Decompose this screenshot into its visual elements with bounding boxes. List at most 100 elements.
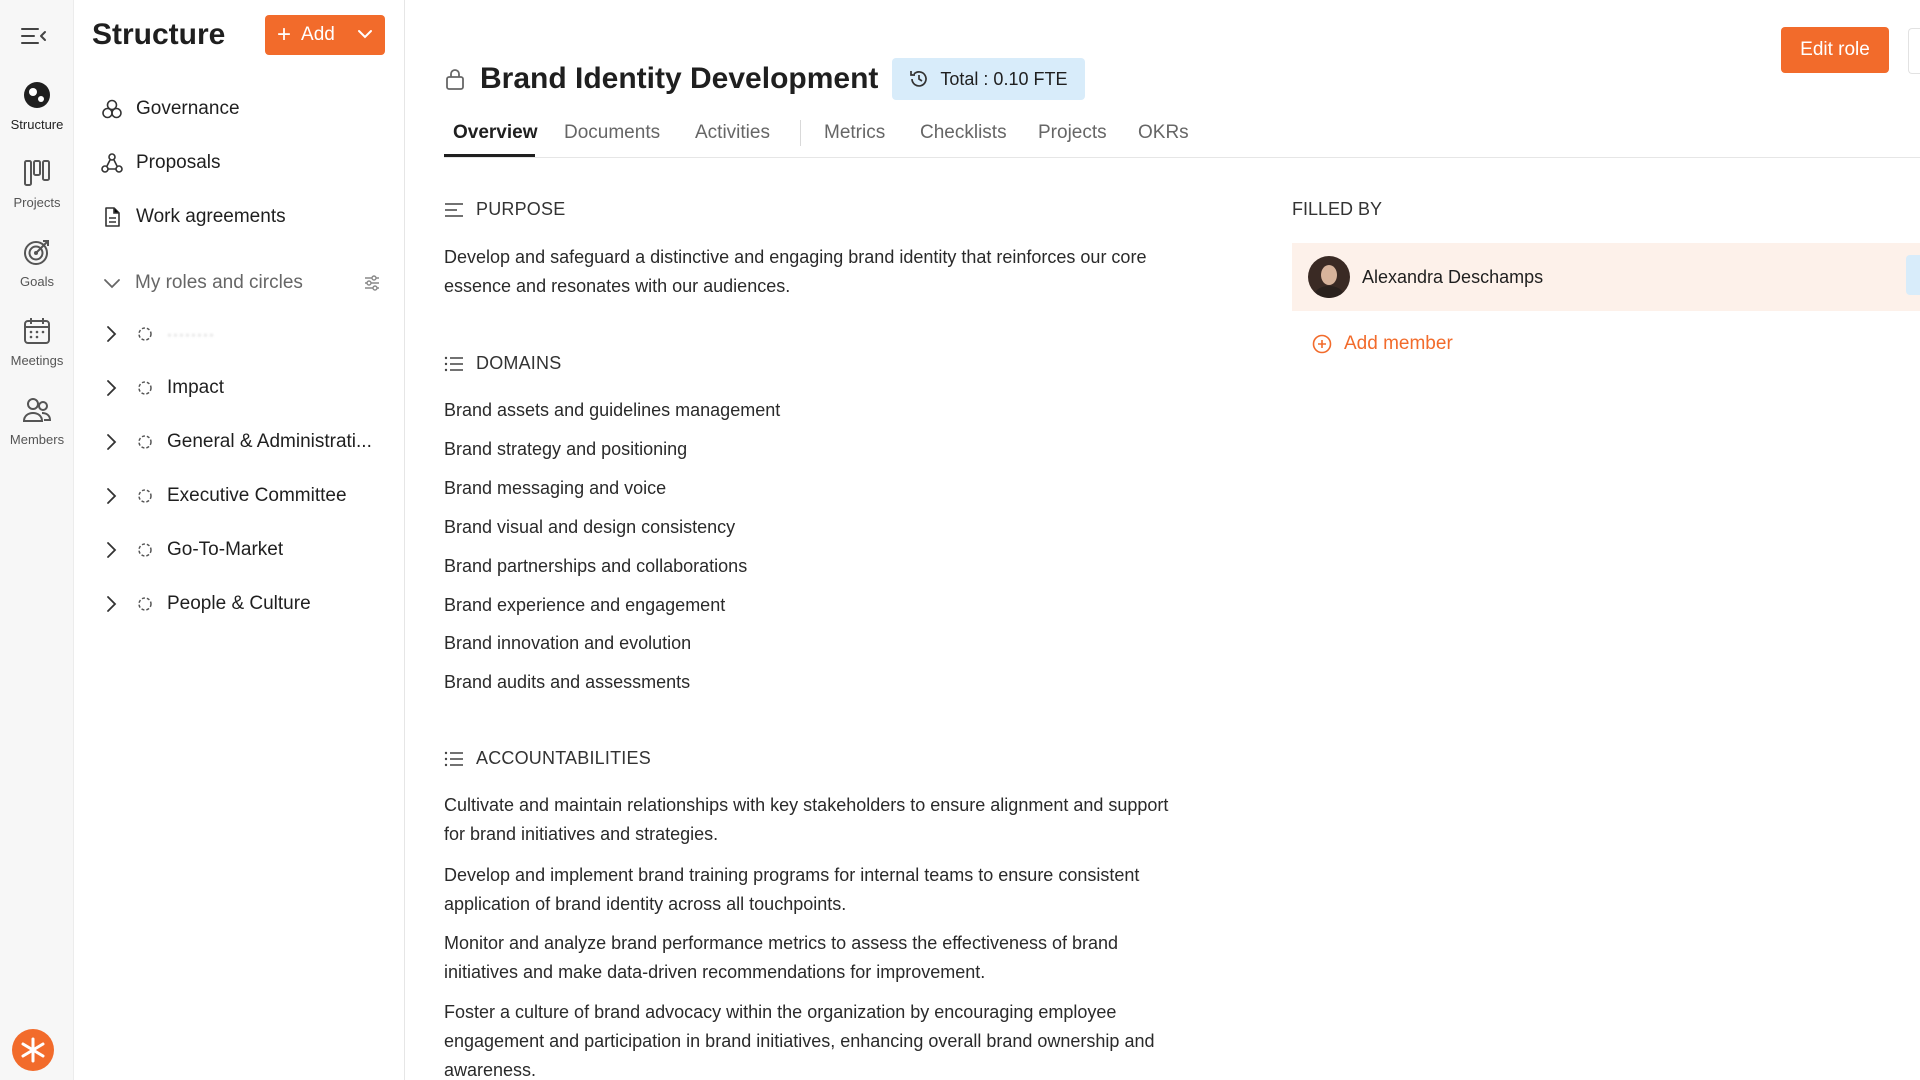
circle-item[interactable]: ········ [103,318,383,350]
domain-item: Brand strategy and positioning [444,439,688,459]
circle-dashed-icon [138,435,152,449]
avatar [1308,256,1350,298]
sidebar-link-label: Proposals [136,152,221,173]
text-line: awareness. [444,1060,537,1080]
text-line: for brand initiatives and strategies. [444,824,719,844]
plus-circle-icon [1312,334,1332,354]
circle-name: Impact [167,377,225,398]
circle-dashed-icon [138,327,152,341]
rail-label: Structure [10,117,64,132]
circle-dashed-icon [138,489,152,503]
purpose-heading: PURPOSE [444,199,565,220]
circle-name: General & Administrati... [167,431,372,452]
lock-icon [446,69,464,90]
circle-item[interactable]: Impact [103,372,383,404]
tab-projects[interactable]: Projects [1038,122,1107,144]
circle-name: Go-To-Market [167,539,284,560]
governance-icon [102,99,122,119]
rail-item-goals[interactable]: Goals [0,237,74,289]
rail-label: Meetings [10,353,64,368]
collapse-menu-icon[interactable] [20,24,48,48]
add-member-button[interactable]: Add member [1312,333,1453,355]
domains-heading: DOMAINS [444,353,561,374]
calendar-icon [24,318,50,344]
projects-icon [24,160,50,186]
rail-item-members[interactable]: Members [0,395,74,447]
more-options-button[interactable] [1908,28,1920,74]
circle-name: ········ [167,325,215,343]
fte-badge: Total : 0.10 FTE [892,58,1086,100]
rail-item-meetings[interactable]: Meetings [0,316,74,368]
sidebar-link-proposals[interactable]: Proposals [101,152,221,174]
tab-overview[interactable]: Overview [453,122,538,144]
purpose-text: Develop and safeguard a distinctive and … [444,243,1244,301]
section-title: DOMAINS [476,353,562,373]
structure-sidebar: Structure + Add Governance Proposals Wor… [75,0,405,1080]
rail-item-projects[interactable]: Projects [0,158,74,210]
chevron-right-icon[interactable] [103,379,119,397]
tab-okrs[interactable]: OKRs [1138,122,1189,144]
chevron-right-icon[interactable] [103,487,119,505]
member-fte-tag [1906,255,1920,295]
accountability-item: Foster a culture of brand advocacy withi… [444,998,1244,1080]
circle-dashed-icon [138,597,152,611]
tab-checklists[interactable]: Checklists [920,122,1007,144]
member-name: Alexandra Deschamps [1362,266,1544,287]
sidebar-link-work-agreements[interactable]: Work agreements [101,206,286,228]
rail-label: Goals [20,274,54,289]
domain-item: Brand experience and engagement [444,595,726,615]
list-icon [444,356,463,371]
circle-dashed-icon [138,543,152,557]
app-logo[interactable] [12,1029,54,1071]
fte-value: Total : 0.10 FTE [940,68,1068,89]
rail-label: Projects [13,195,61,210]
members-icon [22,398,52,422]
accountabilities-heading: ACCOUNTABILITIES [444,748,651,769]
chevron-right-icon[interactable] [103,325,119,343]
accountability-item: Monitor and analyze brand performance me… [444,929,1244,987]
circle-item[interactable]: Executive Committee [103,480,383,512]
chevron-down-icon[interactable] [103,277,121,289]
section-title: ACCOUNTABILITIES [476,748,651,768]
rail-label: Members [9,432,65,447]
role-tabs: Overview Documents Activities Metrics Ch… [444,118,1920,158]
text-line: essence and resonates with our audiences… [444,276,791,296]
sidebar-link-governance[interactable]: Governance [101,98,240,120]
text-line: application of brand identity across all… [444,894,847,914]
circle-dashed-icon [138,381,152,395]
domain-item: Brand assets and guidelines management [444,400,781,420]
text-line: engagement and participation in brand in… [444,1031,1155,1051]
chevron-right-icon[interactable] [103,541,119,559]
edit-role-button[interactable]: Edit role [1781,27,1889,73]
rail-item-structure[interactable]: Structure [0,80,74,132]
section-title: PURPOSE [476,199,566,219]
goals-icon [24,240,49,265]
filled-by-heading: FILLED BY [1292,199,1383,219]
section-label: My roles and circles [135,272,303,293]
app-rail: Structure Projects Goals Meetings Member… [0,0,74,1080]
circle-item[interactable]: Go-To-Market [103,534,383,566]
text-line: initiatives and make data-driven recomme… [444,962,986,982]
add-button[interactable]: + Add [265,15,385,55]
structure-icon [24,82,50,108]
tab-metrics[interactable]: Metrics [824,122,885,144]
sidebar-link-label: Governance [136,98,240,119]
sidebar-title: Structure [92,18,226,51]
chevron-right-icon[interactable] [103,595,119,613]
domain-item: Brand messaging and voice [444,478,667,498]
chevron-right-icon[interactable] [103,433,119,451]
accountability-item: Cultivate and maintain relationships wit… [444,791,1244,849]
tab-documents[interactable]: Documents [564,122,660,144]
role-title: Brand Identity Development [480,62,879,95]
member-card[interactable]: Alexandra Deschamps [1292,243,1920,311]
circle-item[interactable]: People & Culture [103,588,383,620]
document-icon [105,207,120,227]
tab-activities[interactable]: Activities [695,122,770,144]
circle-item[interactable]: General & Administrati... [103,426,383,458]
tab-divider [800,120,801,146]
history-icon [910,71,928,87]
asterisk-icon [21,1037,45,1063]
filter-sliders-icon[interactable] [363,274,381,292]
role-detail: Brand Identity Development Total : 0.10 … [406,0,1920,1080]
plus-icon: + [277,21,292,48]
